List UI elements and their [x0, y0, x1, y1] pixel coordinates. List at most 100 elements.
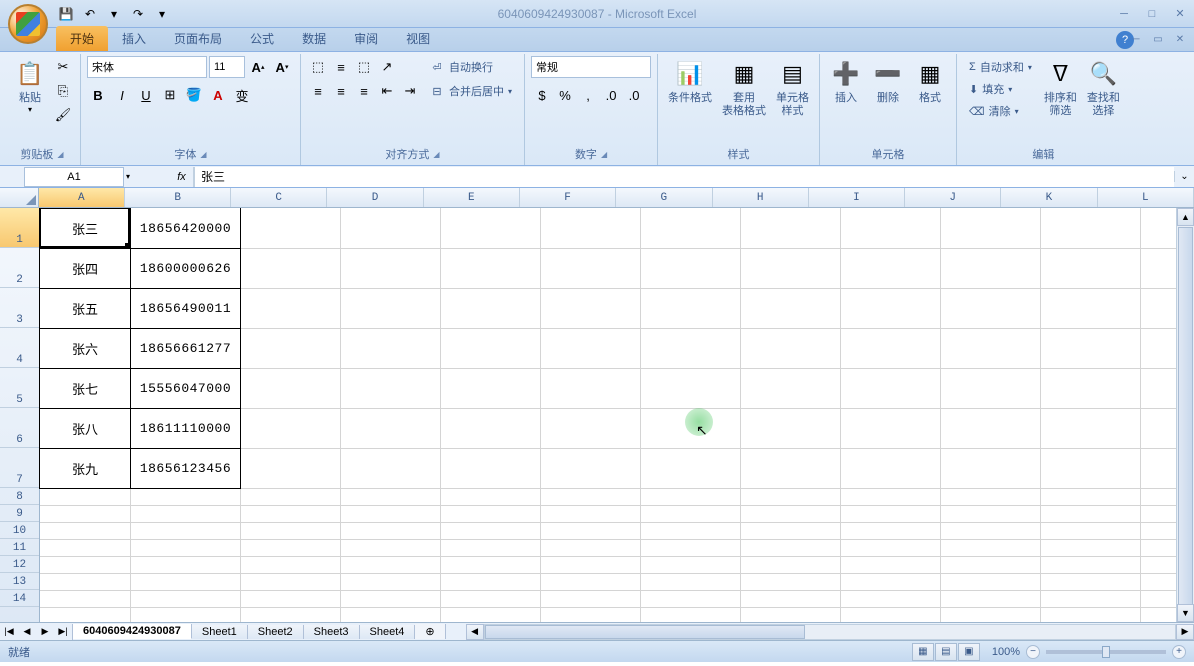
left-align-button[interactable]: ≡ [307, 80, 329, 102]
qat-customize[interactable]: ▾ [152, 4, 172, 24]
col-header-J[interactable]: J [905, 188, 1001, 207]
cell-B5[interactable]: 15556047000 [130, 368, 241, 409]
tab-insert[interactable]: 插入 [108, 26, 160, 51]
col-header-D[interactable]: D [327, 188, 423, 207]
row-header-9[interactable]: 9 [0, 505, 39, 522]
number-format-select[interactable] [531, 56, 651, 78]
hscroll-right-button[interactable]: ▶ [1176, 624, 1194, 640]
currency-button[interactable]: $ [531, 84, 553, 106]
copy-button[interactable]: ⎘ [52, 80, 74, 102]
scroll-down-button[interactable]: ▼ [1177, 604, 1194, 622]
cell-B6[interactable]: 18611110000 [130, 408, 241, 449]
select-all-corner[interactable] [0, 188, 39, 207]
fill-color-button[interactable]: 🪣 [183, 84, 205, 106]
normal-view-button[interactable]: ▦ [912, 643, 934, 661]
row-header-3[interactable]: 3 [0, 288, 39, 328]
row-header-4[interactable]: 4 [0, 328, 39, 368]
tab-home[interactable]: 开始 [56, 26, 108, 51]
format-painter[interactable]: 🖌 [52, 104, 74, 126]
col-header-I[interactable]: I [809, 188, 905, 207]
doc-restore[interactable]: ▭ [1150, 32, 1166, 46]
percent-button[interactable]: % [554, 84, 576, 106]
maximize-button[interactable]: □ [1142, 6, 1162, 22]
scroll-up-button[interactable]: ▲ [1177, 208, 1194, 226]
wrap-text-button[interactable]: ⏎自动换行 [423, 56, 518, 78]
col-header-A[interactable]: A [39, 188, 126, 207]
tab-formulas[interactable]: 公式 [236, 26, 288, 51]
bottom-align-button[interactable]: ⬚ [353, 56, 375, 78]
doc-minimize[interactable]: ─ [1128, 32, 1144, 46]
cell-A2[interactable]: 张四 [39, 248, 131, 289]
decrease-decimal-button[interactable]: .0 [623, 84, 645, 106]
close-button[interactable]: ✕ [1170, 6, 1190, 22]
phonetic-button[interactable]: 变 [231, 84, 253, 106]
sheet-first-button[interactable]: |◀ [0, 624, 18, 640]
autosum-button[interactable]: Σ自动求和▾ [963, 56, 1038, 78]
decrease-indent-button[interactable]: ⇤ [376, 80, 398, 102]
underline-button[interactable]: U [135, 84, 157, 106]
right-align-button[interactable]: ≡ [353, 80, 375, 102]
horizontal-scrollbar[interactable] [484, 624, 1176, 640]
find-select-button[interactable]: 🔍查找和 选择 [1083, 56, 1124, 120]
sort-filter-button[interactable]: ᐁ排序和 筛选 [1040, 56, 1081, 120]
hscroll-thumb[interactable] [485, 625, 805, 639]
increase-decimal-button[interactable]: .0 [600, 84, 622, 106]
increase-font-button[interactable]: A▴ [247, 56, 269, 78]
clipboard-launcher[interactable]: ◢ [57, 150, 63, 159]
font-name-select[interactable] [87, 56, 207, 78]
col-header-H[interactable]: H [713, 188, 809, 207]
tab-review[interactable]: 审阅 [340, 26, 392, 51]
col-header-B[interactable]: B [125, 188, 231, 207]
border-button[interactable]: ⊞ [159, 84, 181, 106]
office-button[interactable] [8, 4, 48, 44]
fill-button[interactable]: ⬇填充▾ [963, 78, 1038, 100]
cell-A3[interactable]: 张五 [39, 288, 131, 329]
row-header-14[interactable]: 14 [0, 590, 39, 607]
merge-center-button[interactable]: ⊟合并后居中▾ [423, 80, 518, 102]
row-header-8[interactable]: 8 [0, 488, 39, 505]
decrease-font-button[interactable]: A▾ [271, 56, 293, 78]
qat-dropdown[interactable]: ▾ [104, 4, 124, 24]
bold-button[interactable]: B [87, 84, 109, 106]
namebox-dropdown[interactable]: ▾ [126, 172, 130, 181]
page-layout-button[interactable]: ▤ [935, 643, 957, 661]
minimize-button[interactable]: ─ [1114, 6, 1134, 22]
vertical-scrollbar[interactable]: ▲ ▼ [1176, 208, 1194, 622]
zoom-out-button[interactable]: − [1026, 645, 1040, 659]
zoom-in-button[interactable]: + [1172, 645, 1186, 659]
sheet-tab-2[interactable]: Sheet2 [248, 625, 304, 639]
format-cells-button[interactable]: ▦格式 [910, 56, 950, 107]
col-header-F[interactable]: F [520, 188, 616, 207]
sheet-tab-4[interactable]: Sheet4 [360, 625, 416, 639]
sheet-tab-0[interactable]: 6040609424930087 [73, 624, 192, 639]
increase-indent-button[interactable]: ⇥ [399, 80, 421, 102]
alignment-launcher[interactable]: ◢ [433, 150, 439, 159]
row-header-13[interactable]: 13 [0, 573, 39, 590]
paste-button[interactable]: 📋 粘贴 ▾ [10, 56, 50, 116]
zoom-thumb[interactable] [1102, 646, 1110, 658]
cell-A7[interactable]: 张九 [39, 448, 131, 489]
comma-button[interactable]: , [577, 84, 599, 106]
fx-button[interactable]: fx [170, 167, 194, 187]
formula-input[interactable] [194, 167, 1174, 187]
tab-view[interactable]: 视图 [392, 26, 444, 51]
sheet-prev-button[interactable]: ◀ [18, 624, 36, 640]
cell-B1[interactable]: 18656420000 [130, 208, 241, 249]
row-header-2[interactable]: 2 [0, 248, 39, 288]
cell-B2[interactable]: 18600000626 [130, 248, 241, 289]
sheet-last-button[interactable]: ▶| [54, 624, 72, 640]
col-header-G[interactable]: G [616, 188, 712, 207]
cell-B7[interactable]: 18656123456 [130, 448, 241, 489]
hscroll-left-button[interactable]: ◀ [466, 624, 484, 640]
cell-B3[interactable]: 18656490011 [130, 288, 241, 329]
row-header-5[interactable]: 5 [0, 368, 39, 408]
doc-close[interactable]: ✕ [1172, 32, 1188, 46]
font-launcher[interactable]: ◢ [200, 150, 206, 159]
tab-layout[interactable]: 页面布局 [160, 26, 236, 51]
vscroll-thumb[interactable] [1178, 227, 1193, 607]
zoom-slider[interactable] [1046, 650, 1166, 654]
zoom-level[interactable]: 100% [992, 646, 1020, 658]
cell-B4[interactable]: 18656661277 [130, 328, 241, 369]
clear-button[interactable]: ⌫清除▾ [963, 100, 1038, 122]
cell-styles-button[interactable]: ▤单元格 样式 [772, 56, 813, 120]
